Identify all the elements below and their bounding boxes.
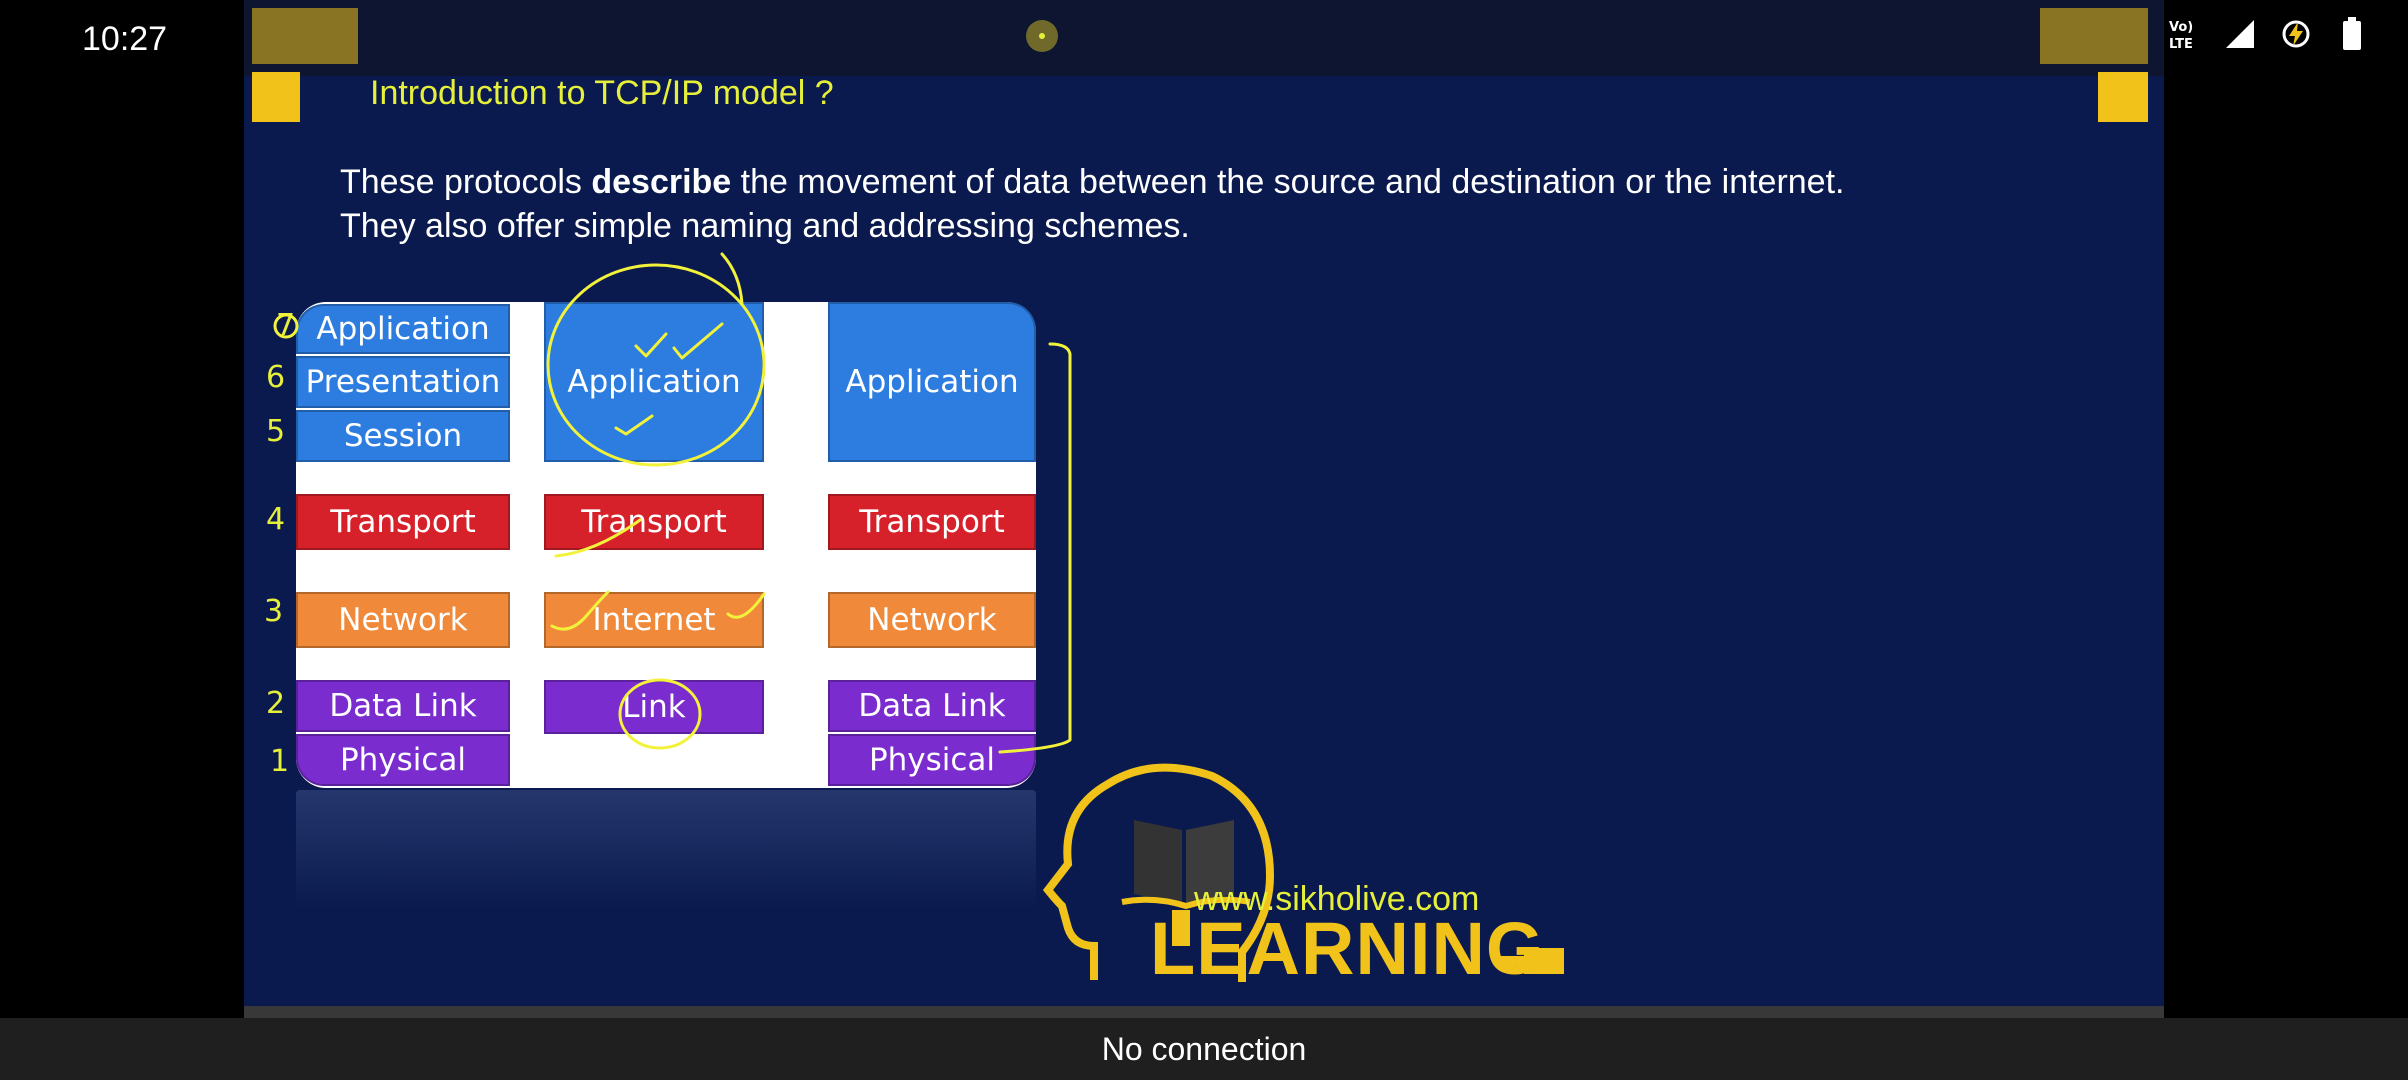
tcpip-link-layer: Link (544, 680, 764, 734)
osi-datalink-layer: Data Link (296, 680, 510, 732)
svg-text:Vo): Vo) (2169, 20, 2193, 35)
hybrid-network-layer: Network (828, 592, 1036, 648)
annotation-number-7: 7 (276, 308, 296, 343)
tcpip-transport-layer: Transport (544, 494, 764, 550)
volte-icon: Vo) LTE (2169, 20, 2193, 52)
svg-text:LTE: LTE (2169, 37, 2193, 52)
description-part-1: These protocols (340, 163, 592, 201)
osi-application-layer: Application (296, 304, 510, 354)
video-frame[interactable]: Introduction to TCP/IP model ? These pro… (244, 0, 2164, 1018)
hybrid-datalink-layer: Data Link (828, 680, 1036, 732)
annotation-number-5: 5 (266, 414, 286, 449)
battery-icon (2343, 17, 2361, 50)
slide-title: Introduction to TCP/IP model ? (370, 74, 834, 112)
signal-icon (2226, 20, 2254, 48)
corner-decoration-right (2098, 72, 2148, 122)
slide-description: These protocols describe the movement of… (340, 160, 2060, 248)
annotation-number-1: 1 (270, 744, 290, 779)
circle-tail-annotation (720, 252, 744, 306)
corner-decoration-top-right (2040, 8, 2148, 64)
hybrid-application-layer: Application (828, 302, 1036, 462)
hybrid-transport-layer: Transport (828, 494, 1036, 550)
tcpip-application-layer: Application (544, 302, 764, 462)
description-part-2: the movement of data between the source … (731, 163, 1845, 201)
osi-presentation-layer: Presentation (296, 356, 510, 408)
video-bottom-strip (244, 1006, 2164, 1018)
status-time: 10:27 (82, 20, 168, 58)
diagram-reflection (296, 790, 1036, 910)
corner-decoration-top-left (252, 8, 358, 64)
annotation-number-3: 3 (264, 594, 284, 629)
description-bold: describe (591, 163, 732, 201)
annotation-number-2: 2 (266, 686, 286, 721)
corner-decoration-left (252, 72, 300, 122)
video-top-bar (244, 0, 2164, 76)
osi-network-layer: Network (296, 592, 510, 648)
no-connection-toast: No connection (0, 1018, 2408, 1080)
annotation-number-4: 4 (266, 502, 286, 537)
annotation-number-6: 6 (266, 360, 286, 395)
osi-session-layer: Session (296, 410, 510, 462)
tcpip-internet-layer: Internet (544, 592, 764, 648)
osi-transport-layer: Transport (296, 494, 510, 550)
record-dot-icon (1026, 20, 1058, 52)
battery-saver-icon (2282, 20, 2310, 48)
osi-physical-layer: Physical (296, 734, 510, 786)
description-line-2: They also offer simple naming and addres… (340, 207, 1190, 245)
learning-wordmark: LEARNING (1150, 907, 1545, 990)
